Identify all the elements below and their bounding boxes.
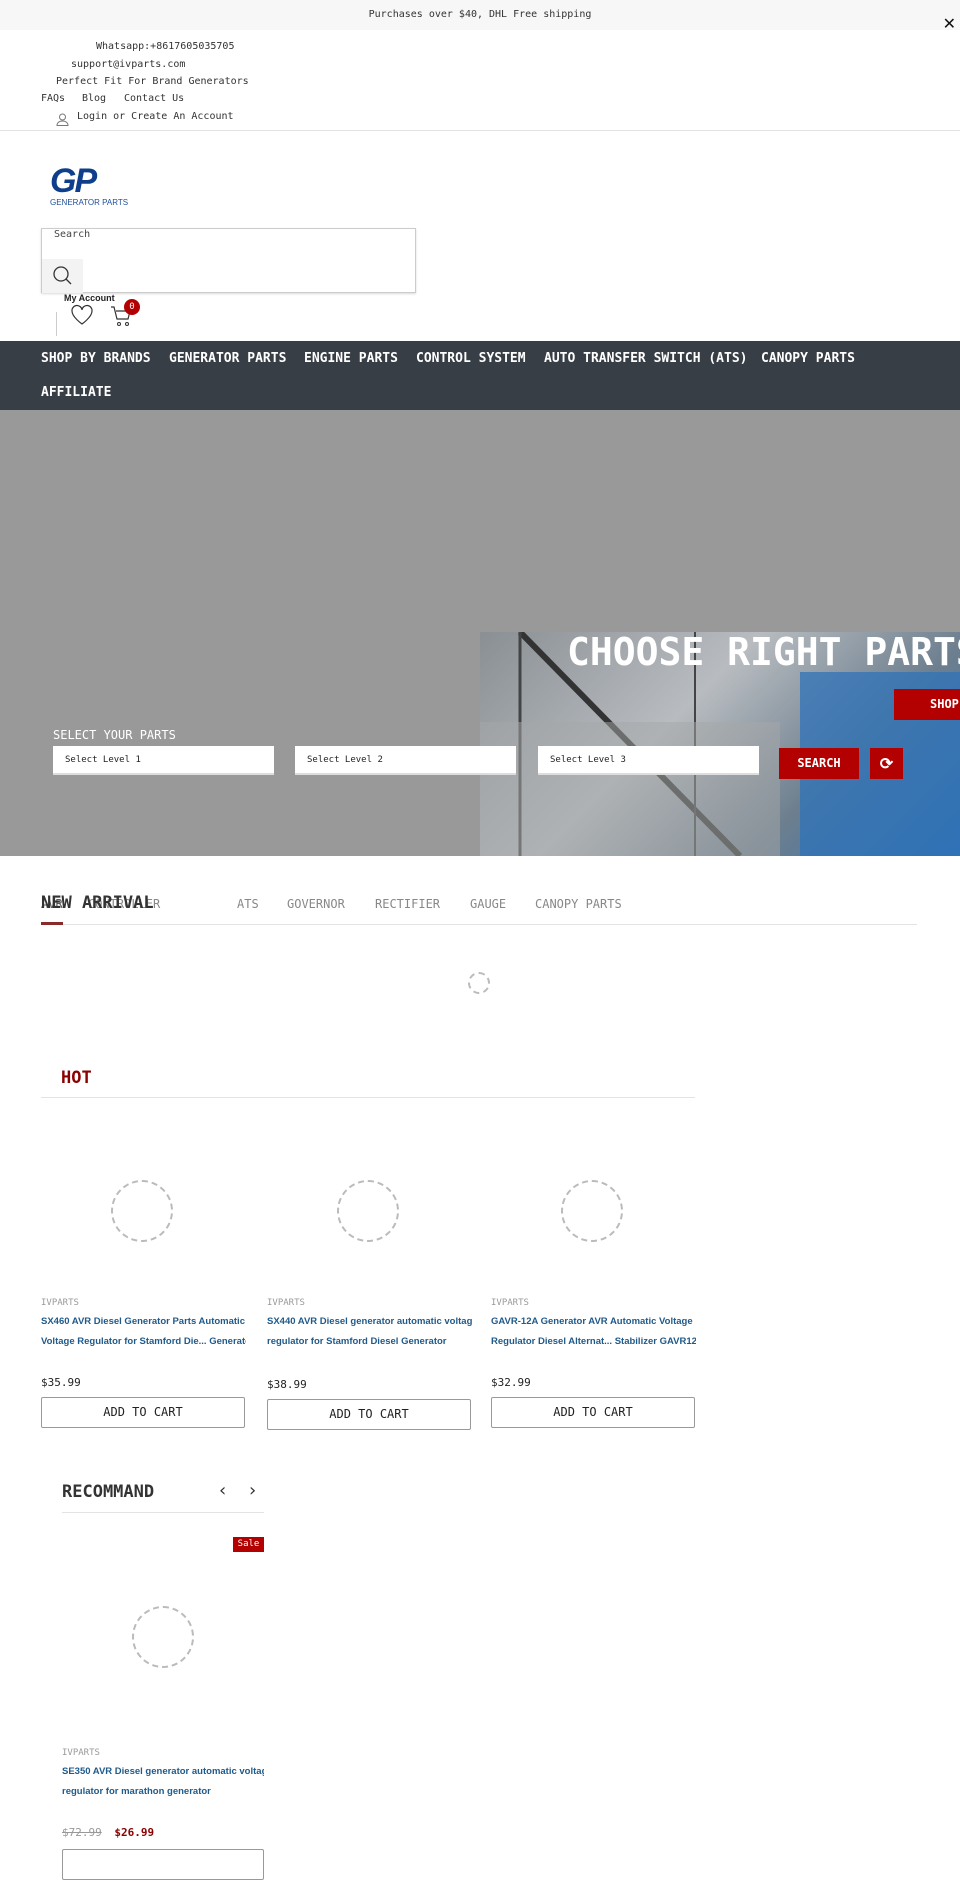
tab-ats[interactable]: ATS: [237, 897, 259, 911]
tab-gauge[interactable]: GAUGE: [470, 897, 506, 911]
faqs-link[interactable]: FAQs: [41, 93, 65, 104]
product-price: $35.99: [41, 1376, 81, 1389]
tab-governor[interactable]: GOVERNOR: [287, 897, 345, 911]
finder-label: SELECT YOUR PARTS: [53, 728, 176, 742]
product-title[interactable]: SX460 AVR Diesel Generator Parts Automat…: [41, 1312, 246, 1332]
loading-spinner-icon: [132, 1606, 194, 1668]
search-placeholder: Search: [54, 229, 91, 240]
close-icon[interactable]: ✕: [943, 14, 956, 33]
divider: [56, 312, 57, 336]
product-card[interactable]: IVPARTS SX460 AVR Diesel Generator Parts…: [41, 1180, 246, 1428]
loading-spinner-icon: [561, 1180, 623, 1242]
product-title-line2[interactable]: regulator for marathon generator: [62, 1782, 264, 1802]
nav-control-system[interactable]: CONTROL SYSTEM: [416, 351, 526, 366]
user-icon: [56, 111, 69, 130]
search-button[interactable]: [42, 259, 83, 293]
wishlist-icon[interactable]: [70, 304, 94, 330]
product-brand: IVPARTS: [41, 1298, 79, 1308]
product-title-line2[interactable]: Voltage Regulator for Stamford Die... Ge…: [41, 1332, 246, 1352]
active-tab-indicator: [41, 922, 63, 925]
hero-title: CHOOSE RIGHT PARTS: [567, 630, 960, 674]
login-link[interactable]: Login or Create An Account: [77, 111, 234, 122]
divider: [62, 1512, 264, 1513]
email-link[interactable]: support@ivparts.com: [71, 59, 185, 70]
divider: [41, 924, 917, 925]
my-account-link[interactable]: My Account: [64, 293, 115, 303]
loading-spinner-icon: [111, 1180, 173, 1242]
blog-link[interactable]: Blog: [82, 93, 106, 104]
whatsapp-link[interactable]: Whatsapp:+8617605035705: [96, 41, 234, 52]
product-price: $32.99: [491, 1376, 531, 1389]
chevron-right-icon[interactable]: ›: [249, 1480, 256, 1501]
product-brand: IVPARTS: [491, 1298, 529, 1308]
shop-button[interactable]: SHOP: [894, 689, 960, 720]
finder-search-button[interactable]: SEARCH: [779, 748, 859, 779]
recommand-title: RECOMMAND: [62, 1482, 155, 1502]
new-arrival-title: NEW ARRIVAL: [41, 893, 154, 913]
product-title-line2[interactable]: Regulator Diesel Alternat... Stabilizer …: [491, 1332, 696, 1352]
tab-rectifier[interactable]: RECTIFIER: [375, 897, 440, 911]
product-title-line2[interactable]: regulator for Stamford Diesel Generator: [267, 1332, 472, 1352]
product-card[interactable]: IVPARTS SX440 AVR Diesel generator autom…: [267, 1180, 472, 1430]
announcement-bar: Purchases over $40, DHL Free shipping: [0, 0, 960, 30]
add-to-cart-button[interactable]: [62, 1849, 264, 1880]
refresh-icon[interactable]: ⟳: [870, 748, 903, 779]
sale-badge: Sale: [233, 1537, 264, 1552]
sale-price: $26.99: [114, 1826, 155, 1839]
divider: [0, 130, 960, 131]
loading-spinner-icon: [337, 1180, 399, 1242]
product-brand: IVPARTS: [62, 1748, 100, 1758]
select-level-3[interactable]: Select Level 3: [538, 746, 759, 775]
product-title[interactable]: SX440 AVR Diesel generator automatic vol…: [267, 1312, 472, 1332]
product-title[interactable]: SE350 AVR Diesel generator automatic vol…: [62, 1762, 264, 1782]
chevron-left-icon[interactable]: ‹: [219, 1480, 226, 1501]
old-price: $72.99: [62, 1826, 102, 1839]
tab-canopy-parts[interactable]: CANOPY PARTS: [535, 897, 622, 911]
nav-canopy-parts[interactable]: CANOPY PARTS: [761, 351, 855, 366]
cart-count-badge: 0: [124, 299, 140, 315]
product-title[interactable]: GAVR-12A Generator AVR Automatic Voltage: [491, 1312, 696, 1332]
nav-generator-parts[interactable]: GENERATOR PARTS: [169, 351, 286, 366]
logo[interactable]: GP GENERATOR PARTS: [50, 164, 128, 207]
product-card[interactable]: Sale IVPARTS SE350 AVR Diesel generator …: [62, 1537, 264, 1880]
add-to-cart-button[interactable]: ADD TO CART: [41, 1397, 245, 1428]
announcement-text: Purchases over $40, DHL Free shipping: [368, 9, 592, 20]
product-price: $38.99: [267, 1378, 307, 1391]
add-to-cart-button[interactable]: ADD TO CART: [491, 1397, 695, 1428]
select-level-2[interactable]: Select Level 2: [295, 746, 516, 775]
tagline: Perfect Fit For Brand Generators: [56, 76, 249, 87]
nav-shop-by-brands[interactable]: SHOP BY BRANDS: [41, 351, 151, 366]
loading-spinner-icon: [468, 972, 490, 994]
nav-affiliate[interactable]: AFFILIATE: [41, 385, 111, 400]
search-input[interactable]: Search: [41, 228, 416, 293]
product-brand: IVPARTS: [267, 1298, 305, 1308]
search-icon: [53, 266, 72, 285]
product-card[interactable]: IVPARTS GAVR-12A Generator AVR Automatic…: [491, 1180, 696, 1428]
nav-ats[interactable]: AUTO TRANSFER SWITCH (ATS): [544, 351, 748, 366]
add-to-cart-button[interactable]: ADD TO CART: [267, 1399, 471, 1430]
divider: [41, 1097, 695, 1098]
contact-link[interactable]: Contact Us: [124, 93, 184, 104]
nav-engine-parts[interactable]: ENGINE PARTS: [304, 351, 398, 366]
hot-title: HOT: [61, 1068, 92, 1088]
main-nav: SHOP BY BRANDS GENERATOR PARTS ENGINE PA…: [0, 341, 960, 410]
select-level-1[interactable]: Select Level 1: [53, 746, 274, 775]
